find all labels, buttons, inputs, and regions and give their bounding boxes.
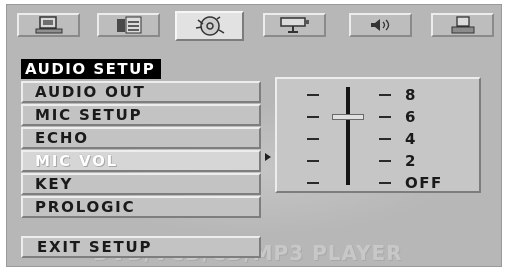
level-row: 4: [277, 129, 477, 149]
tab-speaker[interactable]: [97, 13, 160, 37]
level-row: 8: [277, 85, 477, 105]
level-label: OFF: [405, 174, 443, 192]
tick-mark: [307, 160, 319, 162]
selection-arrow-icon: [265, 153, 271, 161]
menu-item-mic-vol[interactable]: MIC VOL: [21, 150, 261, 172]
page-title: AUDIO SETUP: [21, 59, 162, 79]
level-label: 2: [405, 152, 417, 170]
setup-tab-bar: [17, 11, 495, 43]
tab-audio[interactable]: [175, 11, 244, 41]
monitor-icon: [35, 16, 62, 34]
tab-volume[interactable]: [349, 13, 412, 37]
volume-icon: [370, 19, 389, 31]
tick-mark: [307, 138, 319, 140]
menu-item-key[interactable]: KEY: [21, 173, 261, 195]
menu-item-echo[interactable]: ECHO: [21, 127, 261, 149]
level-row: 2: [277, 151, 477, 171]
tick-mark: [307, 182, 319, 184]
level-row: OFF: [277, 173, 477, 193]
level-label: 4: [405, 130, 417, 148]
tick-mark: [307, 116, 319, 118]
audio-disc-icon: [195, 16, 224, 36]
tab-system[interactable]: [431, 13, 494, 37]
computer-icon: [451, 16, 474, 34]
tick-mark: [379, 160, 391, 162]
menu-item-audio-out[interactable]: AUDIO OUT: [21, 81, 261, 103]
tick-mark: [379, 94, 391, 96]
menu-item-prologic[interactable]: PROLOGIC: [21, 196, 261, 218]
tick-mark: [379, 182, 391, 184]
level-row: 6: [277, 107, 477, 127]
tick-mark: [379, 116, 391, 118]
tab-video[interactable]: [263, 13, 326, 37]
dvd-setup-screen: DVD/VCD/CD/MP3 PLAYER: [6, 4, 502, 267]
projector-icon: [279, 17, 309, 33]
mic-volume-slider[interactable]: 8 6 4 2 OFF: [275, 77, 481, 193]
level-label: 6: [405, 108, 417, 126]
exit-setup-button[interactable]: EXIT SETUP: [21, 236, 261, 258]
tick-mark: [379, 138, 391, 140]
speaker-settings-icon: [116, 16, 141, 34]
level-label: 8: [405, 86, 417, 104]
tab-general[interactable]: [17, 13, 80, 37]
menu-item-mic-setup[interactable]: MIC SETUP: [21, 104, 261, 126]
tick-mark: [307, 94, 319, 96]
